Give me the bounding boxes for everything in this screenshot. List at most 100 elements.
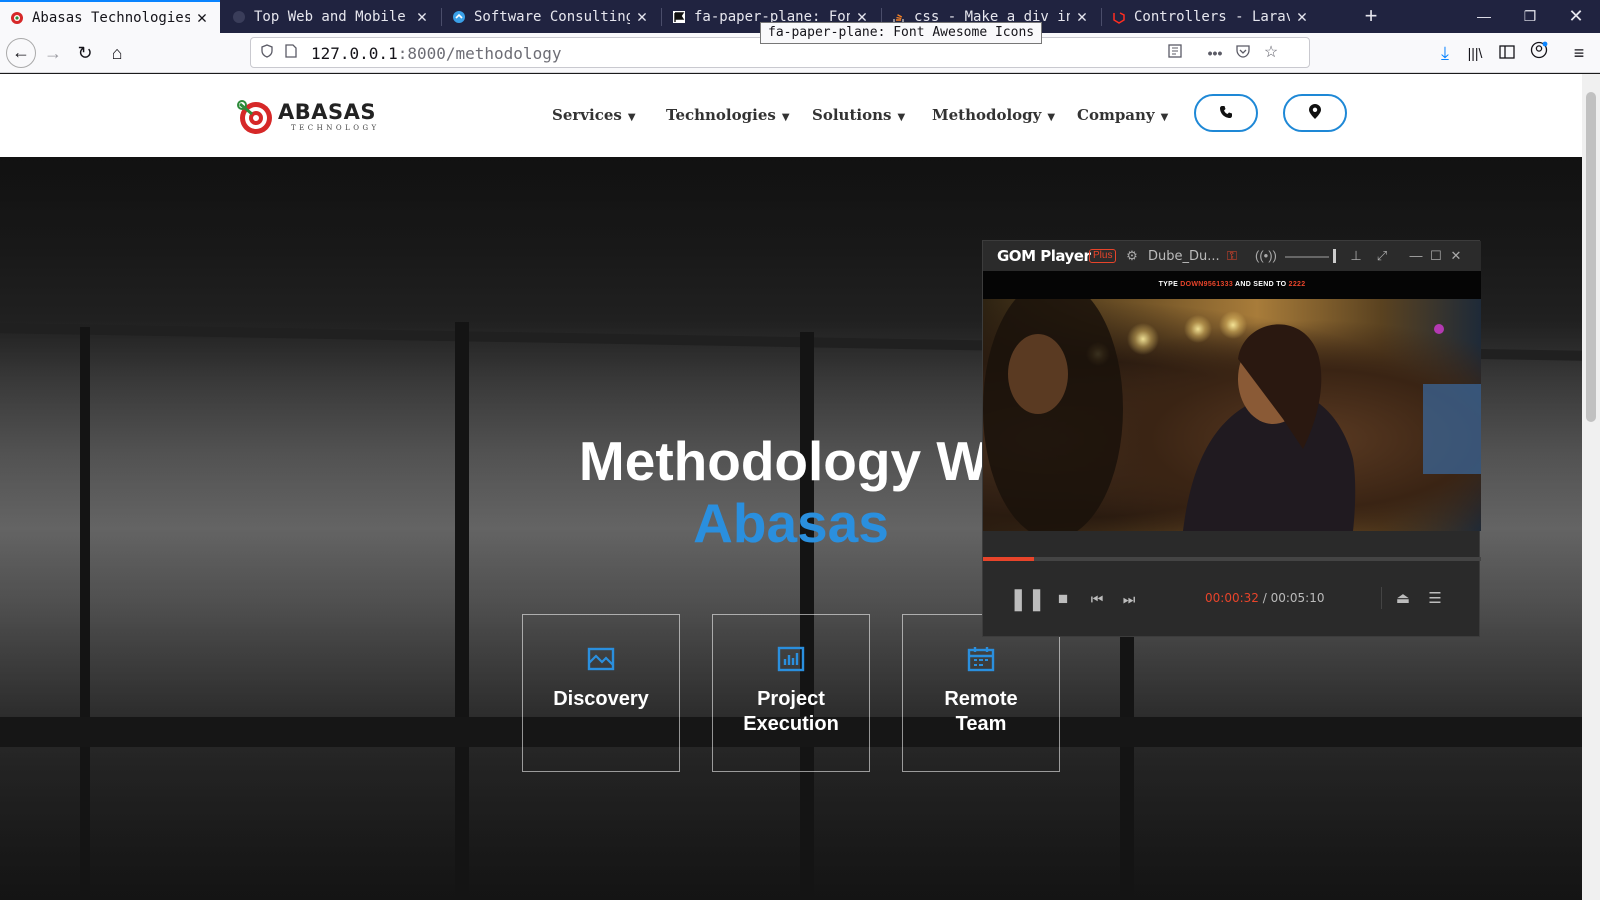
banner-prefix: TYPE <box>1158 281 1181 288</box>
restore-window-button[interactable]: ❐ <box>1508 0 1552 33</box>
home-icon: ⌂ <box>111 43 123 63</box>
tab-abasas[interactable]: Abasas Technologies ✕ <box>0 0 220 33</box>
sidebar-button[interactable] <box>1492 39 1522 67</box>
menu-services[interactable]: Services ▼ <box>552 106 636 124</box>
pocket-icon[interactable] <box>1231 42 1255 64</box>
video-scene <box>983 279 1481 531</box>
tab-title: Abasas Technologies <box>32 9 190 26</box>
fullscreen-icon[interactable]: ⤢ <box>1373 247 1391 265</box>
close-icon[interactable]: ✕ <box>1447 247 1465 265</box>
key-icon[interactable]: ⚿ <box>1223 247 1241 265</box>
eject-button[interactable]: ⏏ <box>1389 585 1417 613</box>
flag-favicon-icon <box>672 10 686 24</box>
tab-laravel-controllers[interactable]: Controllers - Laravel ✕ <box>1102 0 1320 33</box>
menu-methodology[interactable]: Methodology ▼ <box>932 106 1055 124</box>
menu-solutions[interactable]: Solutions ▼ <box>812 106 905 124</box>
gear-icon[interactable]: ⚙ <box>1123 247 1141 265</box>
seek-bar-fill <box>983 557 1035 561</box>
menu-company[interactable]: Company ▼ <box>1077 106 1168 124</box>
pause-icon: ❚❚ <box>1009 586 1046 611</box>
shield-icon[interactable] <box>255 42 279 64</box>
back-button[interactable]: ← <box>6 38 36 68</box>
downloads-button[interactable]: ⤓ <box>1430 39 1460 67</box>
site-logo[interactable]: ABASAS TECHNOLOGY <box>236 94 386 138</box>
eject-icon: ⏏ <box>1395 590 1411 607</box>
sync-favicon-icon <box>452 10 466 24</box>
playlist-icon: ☰ <box>1428 590 1442 607</box>
control-divider <box>1381 587 1382 609</box>
menu-technologies[interactable]: Technologies ▼ <box>666 106 790 124</box>
menu-label: Company <box>1077 106 1155 124</box>
url-host: 127.0.0.1 <box>311 44 398 63</box>
chart-icon <box>776 645 806 675</box>
close-tab-icon[interactable]: ✕ <box>1290 7 1314 27</box>
minimize-icon[interactable]: — <box>1407 247 1425 265</box>
next-button[interactable]: ⏭ <box>1115 585 1143 613</box>
reload-button[interactable]: ↻ <box>70 39 100 67</box>
close-window-button[interactable]: ✕ <box>1554 0 1598 33</box>
volume-slider-knob[interactable] <box>1333 249 1336 263</box>
banner-mid: AND SEND TO <box>1233 281 1289 288</box>
library-button[interactable]: |||\ <box>1460 39 1490 67</box>
pin-icon[interactable]: ⊥ <box>1347 247 1365 265</box>
site-header: ABASAS TECHNOLOGY Services ▼ Technologies… <box>0 74 1582 157</box>
page-scrollbar[interactable] <box>1582 74 1600 900</box>
minimize-window-button[interactable]: — <box>1462 0 1506 33</box>
total-time: 00:05:10 <box>1270 591 1325 605</box>
target-logo-icon <box>237 100 272 134</box>
calendar-icon <box>966 645 996 675</box>
scrollbar-thumb[interactable] <box>1586 92 1596 422</box>
gom-filename: Dube_Du... <box>1148 249 1220 264</box>
tab-title: Top Web and Mobile Ap <box>254 8 410 25</box>
video-banner: TYPE DOWN9561333 AND SEND TO 2222 <box>983 271 1481 299</box>
video-frame <box>983 279 1481 531</box>
broadcast-icon[interactable]: ((•)) <box>1255 247 1277 265</box>
gom-titlebar[interactable]: GOM Player Plus ⚙ Dube_Du... ⚿ ((•)) ⊥ ⤢… <box>983 241 1481 271</box>
url-text: 127.0.0.1:8000/methodology <box>311 44 561 63</box>
playback-time: 00:00:32 / 00:05:10 <box>1205 591 1325 605</box>
home-button[interactable]: ⌂ <box>102 39 132 67</box>
banner-number: 2222 <box>1288 281 1306 288</box>
close-tab-icon[interactable]: ✕ <box>630 7 654 27</box>
menu-label: Methodology <box>932 106 1042 124</box>
new-tab-button[interactable]: + <box>1356 0 1386 33</box>
card-remote-team[interactable]: Remote Team <box>902 614 1060 772</box>
skip-previous-icon: ⏮ <box>1090 591 1104 607</box>
logo-subtext: TECHNOLOGY <box>291 124 380 132</box>
close-tab-icon[interactable]: ✕ <box>190 8 214 28</box>
stop-button[interactable]: ■ <box>1049 585 1077 613</box>
gom-player-window[interactable]: GOM Player Plus ⚙ Dube_Du... ⚿ ((•)) ⊥ ⤢… <box>982 240 1481 637</box>
page-info-icon[interactable] <box>279 42 303 64</box>
playlist-button[interactable]: ☰ <box>1421 585 1449 613</box>
gom-video-area[interactable]: TYPE DOWN9561333 AND SEND TO 2222 <box>983 271 1481 531</box>
tab-title: Controllers - Laravel <box>1134 8 1290 25</box>
call-button[interactable] <box>1194 94 1258 132</box>
hamburger-icon: ≡ <box>1573 43 1585 63</box>
location-button[interactable] <box>1283 94 1347 132</box>
bookmark-star-icon[interactable]: ☆ <box>1259 42 1283 64</box>
page-actions-icon[interactable]: ••• <box>1203 42 1227 64</box>
window-frame-post <box>80 327 90 900</box>
card-project-execution[interactable]: Project Execution <box>712 614 870 772</box>
close-tab-icon[interactable]: ✕ <box>410 7 434 27</box>
download-icon: ⤓ <box>1441 43 1449 63</box>
tab-top-web[interactable]: Top Web and Mobile Ap ✕ <box>222 0 440 33</box>
phone-icon <box>1219 105 1233 122</box>
card-label: Project Execution <box>743 688 839 735</box>
card-label: Discovery <box>553 688 649 710</box>
menu-button[interactable]: ≡ <box>1564 39 1594 67</box>
forward-button[interactable]: → <box>38 39 68 67</box>
pause-button[interactable]: ❚❚ <box>1009 585 1046 613</box>
globe-favicon-icon <box>232 10 246 24</box>
menu-label: Solutions <box>812 106 892 124</box>
previous-button[interactable]: ⏮ <box>1083 585 1111 613</box>
tab-software-consulting[interactable]: Software Consulting ✕ <box>442 0 660 33</box>
volume-slider[interactable] <box>1285 256 1329 258</box>
close-tab-icon[interactable]: ✕ <box>1070 7 1094 27</box>
seek-bar[interactable] <box>983 557 1481 561</box>
account-button[interactable] <box>1524 39 1554 67</box>
maximize-icon[interactable]: ☐ <box>1427 247 1445 265</box>
card-discovery[interactable]: Discovery <box>522 614 680 772</box>
arrow-left-icon: ← <box>12 42 30 62</box>
reader-view-icon[interactable] <box>1163 42 1187 64</box>
